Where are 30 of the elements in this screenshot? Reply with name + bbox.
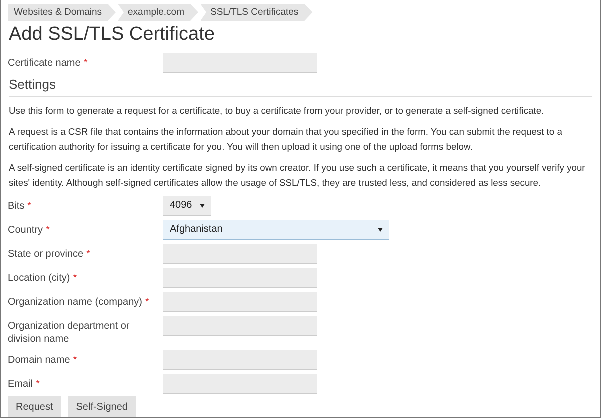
dropdown[interactable]: 4096 [163, 196, 212, 216]
input-field[interactable] [163, 268, 317, 288]
breadcrumb-link[interactable]: SSL/TLS Certificates [200, 4, 313, 21]
field-label: Location (city) * [8, 272, 78, 285]
input-field[interactable] [163, 292, 317, 312]
field-label: Bits * [8, 200, 33, 213]
field-label: Certificate name * [8, 57, 89, 70]
form-button[interactable]: Request [8, 396, 62, 417]
field-label: Country * [8, 224, 51, 237]
input-field[interactable] [163, 350, 317, 370]
input-field[interactable] [163, 53, 317, 73]
dropdown[interactable]: Afghanistan [163, 220, 389, 240]
caret-icon [378, 228, 383, 232]
field-label: Domain name * [8, 354, 78, 367]
input-field[interactable] [163, 374, 317, 394]
breadcrumb-link[interactable]: example.com [118, 4, 198, 21]
caret-icon [200, 204, 206, 208]
field-label: Organization name (company) * [8, 296, 150, 309]
section-title: Settings [9, 77, 592, 97]
page-title: Add SSL/TLS Certificate [9, 24, 216, 46]
description-text: A self-signed certificate is an identity certificate signed by its own creator. If you use such a certificate, it means that you yourself verify your sites' identity. Although self-signed certificates allow the usage of SSL/TLS, they are trusted less, and considered as less secure. [9, 161, 586, 190]
breadcrumb-link[interactable]: Websites & Domains [8, 4, 116, 21]
field-label: Organization department or division name [8, 320, 131, 346]
input-field[interactable] [163, 244, 317, 264]
form-button[interactable]: Self-Signed [68, 396, 136, 417]
description-text: A request is a CSR file that contains the information about your domain that you specified in the form. You can submit the request to a certification authority for issuing a certificate for you. You will then upload it using one of the upload forms below. [9, 125, 564, 154]
field-label: State or province * [8, 248, 92, 261]
input-field[interactable] [163, 316, 317, 336]
description-text: Use this form to generate a request for a certificate, to buy a certificate from your provider, or to generate a self-signed certificate. [9, 104, 546, 118]
field-label: Email * [8, 378, 41, 391]
